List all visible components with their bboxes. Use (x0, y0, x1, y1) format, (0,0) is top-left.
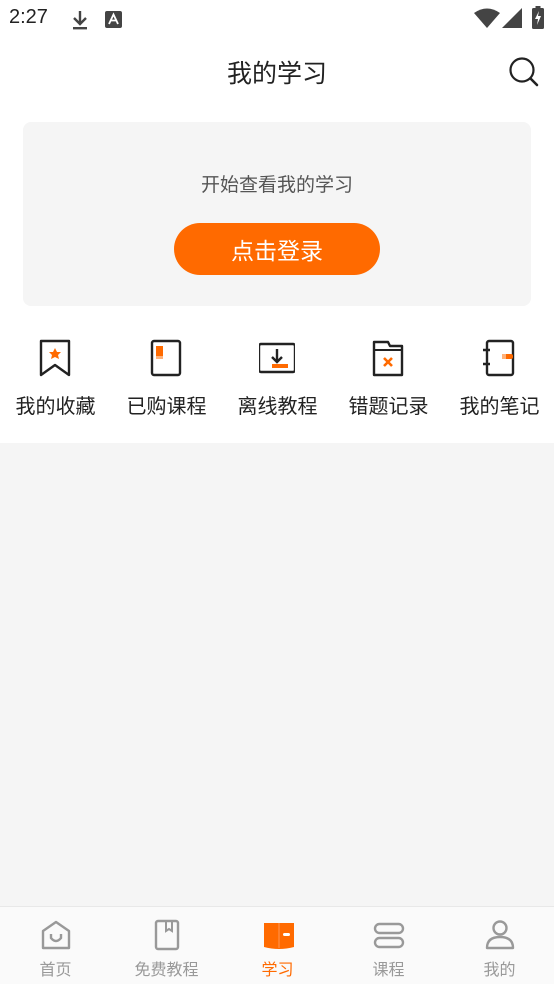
course-scroll-icon (373, 922, 405, 949)
shortcut-purchased-courses[interactable]: 已购课程 (111, 338, 222, 428)
purchased-book-icon (150, 339, 182, 377)
status-bar: 2:27 (0, 0, 554, 38)
free-book-icon (154, 919, 180, 951)
signal-icon (502, 8, 522, 28)
nav-label: 课程 (372, 960, 405, 979)
shortcut-label: 我的笔记 (459, 394, 540, 418)
keyboard-a-icon (105, 11, 122, 28)
nav-profile[interactable]: 我的 (444, 907, 554, 984)
notebook-icon (483, 339, 515, 377)
shortcut-favorites[interactable]: 我的收藏 (0, 338, 111, 428)
offline-download-icon (259, 342, 295, 374)
shortcut-label: 离线教程 (237, 394, 318, 418)
shortcut-label: 已购课程 (126, 394, 207, 418)
shortcut-wrong-answers[interactable]: 错题记录 (333, 338, 444, 428)
nav-home[interactable]: 首页 (0, 907, 111, 984)
study-book-icon (264, 923, 294, 949)
login-prompt: 开始查看我的学习 (200, 174, 353, 196)
nav-label: 免费教程 (134, 960, 199, 979)
login-button[interactable]: 点击登录 (174, 223, 380, 275)
nav-label: 学习 (261, 960, 294, 979)
nav-free-tutorials[interactable]: 免费教程 (111, 907, 222, 984)
login-card: 开始查看我的学习 点击登录 (23, 122, 531, 306)
status-time: 2:27 (9, 6, 48, 28)
bottom-nav: 首页 免费教程 学习 课程 我的 (0, 906, 554, 984)
battery-charging-icon (532, 6, 544, 29)
page-title: 我的学习 (226, 59, 327, 88)
search-icon (509, 57, 539, 87)
shortcut-offline-tutorials[interactable]: 离线教程 (222, 338, 333, 428)
nav-label: 我的 (483, 960, 516, 979)
shortcut-my-notes[interactable]: 我的笔记 (444, 338, 554, 428)
shortcut-label: 错题记录 (348, 394, 429, 418)
top-panel: 2:27 我的学习 开始查看我的学习 点击登录 我的收藏 已购课程 离线教程 错… (0, 0, 554, 443)
nav-courses[interactable]: 课程 (333, 907, 444, 984)
profile-icon (485, 920, 515, 950)
wifi-icon (474, 8, 500, 28)
shortcut-row: 我的收藏 已购课程 离线教程 错题记录 我的笔记 (0, 338, 554, 428)
wrong-answer-folder-icon (372, 340, 404, 377)
nav-study[interactable]: 学习 (222, 907, 333, 984)
bookmark-icon (39, 339, 71, 377)
shortcut-label: 我的收藏 (15, 394, 96, 418)
header: 我的学习 (0, 40, 554, 102)
search-button[interactable] (506, 54, 542, 90)
download-icon (73, 11, 87, 30)
home-icon (41, 920, 71, 950)
nav-label: 首页 (39, 960, 72, 979)
